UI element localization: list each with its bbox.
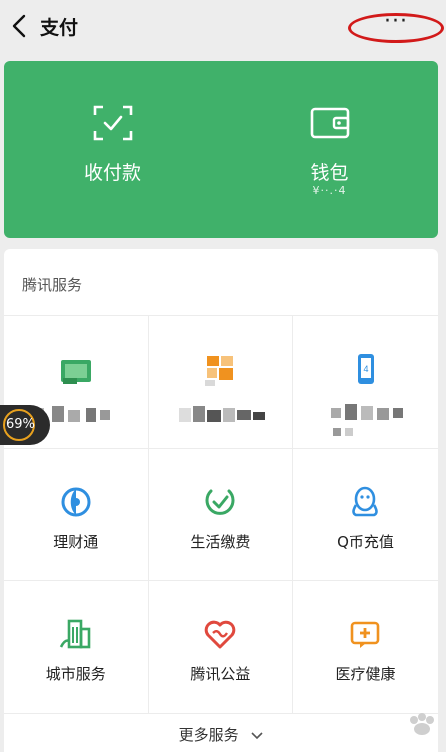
credit-card-icon	[60, 360, 91, 384]
finance-circle-icon	[61, 487, 91, 517]
medical-cross-icon	[351, 621, 380, 649]
battery-percent: 69%	[6, 417, 35, 432]
scan-check-icon	[93, 105, 132, 141]
grid-app-icon	[205, 356, 234, 386]
service-item-2[interactable]	[148, 316, 294, 449]
blurred-label	[331, 404, 411, 444]
wallet-card: 收付款 钱包 ¥··.·4	[4, 61, 438, 238]
service-item-7[interactable]: 城市服务	[4, 581, 149, 714]
wallet-button[interactable]: 钱包 ¥··.·4	[221, 61, 438, 238]
more-services-label: 更多服务	[178, 726, 239, 744]
battery-float-badge[interactable]: 69%	[0, 405, 50, 445]
services-panel: 腾讯服务 4 理财通 生活缴费 Q币充值 城市服务 腾讯公益 医疗健康 更多服务	[4, 249, 438, 752]
wallet-label: 钱包	[310, 162, 349, 184]
service-item-9[interactable]: 医疗健康	[293, 581, 438, 714]
baidu-watermark	[348, 712, 444, 748]
services-grid: 4 理财通 生活缴费 Q币充值 城市服务 腾讯公益 医疗健康	[4, 315, 438, 714]
utility-bill-icon	[205, 489, 235, 515]
service-label: 医疗健康	[335, 665, 396, 684]
receive-pay-button[interactable]: 收付款	[4, 61, 221, 238]
top-navbar: 支付 ···	[0, 0, 446, 52]
receive-pay-label: 收付款	[83, 162, 141, 184]
services-section-title: 腾讯服务	[22, 276, 83, 294]
service-item-8[interactable]: 腾讯公益	[148, 581, 294, 714]
annotation-circle	[348, 13, 444, 43]
wallet-icon	[310, 107, 349, 139]
penguin-icon	[352, 486, 379, 516]
service-label: 城市服务	[45, 665, 106, 684]
wallet-balance: ¥··.·4	[312, 184, 347, 197]
service-item-3[interactable]: 4	[293, 316, 438, 449]
service-item-4[interactable]: 理财通	[4, 448, 149, 582]
service-item-6[interactable]: Q币充值	[293, 449, 438, 582]
paw-logo-icon	[410, 713, 434, 735]
chevron-down-icon	[251, 731, 263, 739]
city-building-icon	[59, 619, 91, 649]
service-label: 腾讯公益	[190, 665, 251, 684]
blurred-label	[178, 406, 269, 424]
page-title: 支付	[40, 17, 79, 39]
service-label: 理财通	[53, 532, 99, 551]
charity-heart-icon	[205, 620, 236, 649]
service-item-5[interactable]: 生活缴费	[148, 448, 294, 582]
service-label: Q币充值	[337, 532, 394, 551]
svg-text:4: 4	[364, 364, 369, 374]
phone-topup-icon: 4	[358, 354, 375, 384]
back-arrow-icon[interactable]	[8, 12, 30, 40]
service-label: 生活缴费	[190, 532, 251, 551]
